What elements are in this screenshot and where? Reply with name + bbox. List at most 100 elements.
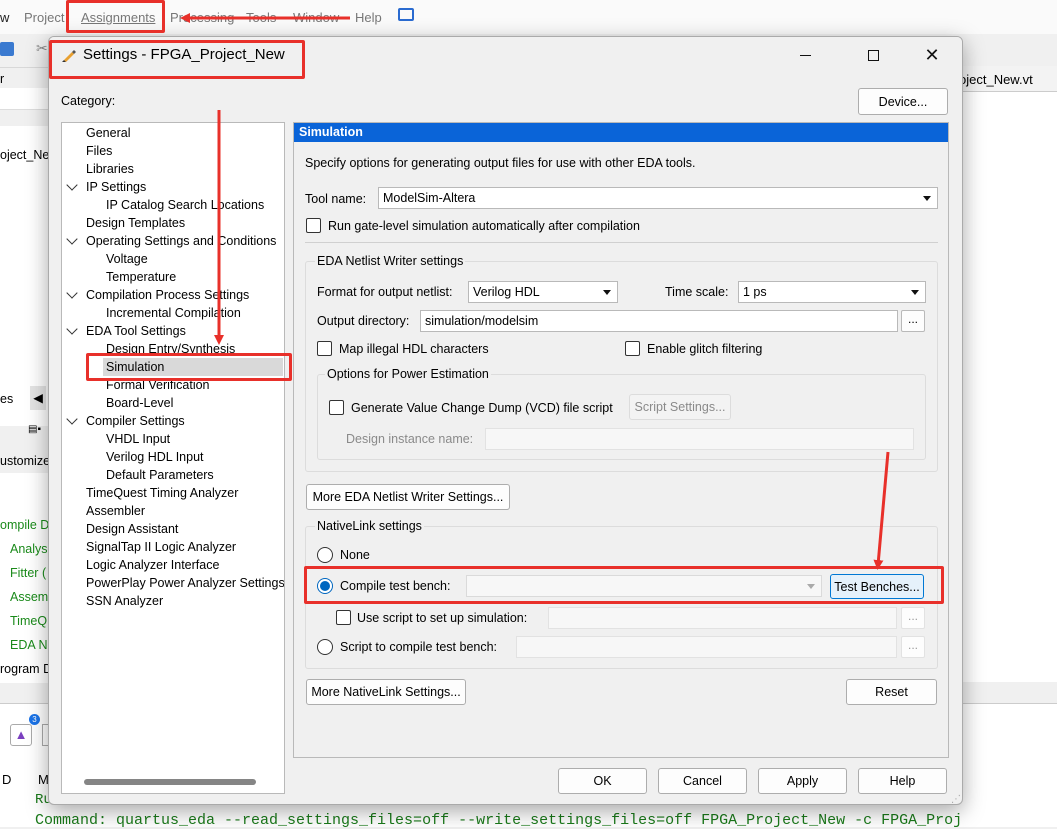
design-instance-label: Design instance name: — [346, 432, 474, 446]
left-text: r — [0, 72, 5, 86]
tree-item-compilation-process[interactable]: Compilation Process Settings — [86, 286, 249, 304]
use-script-browse-button[interactable]: ... — [901, 607, 925, 629]
task-program-device[interactable]: rogram D — [0, 662, 52, 676]
grid-icon[interactable]: ▤▪ — [28, 424, 41, 435]
output-dir-browse-button[interactable]: ... — [901, 310, 925, 332]
cut-icon[interactable]: ✂ — [36, 40, 48, 57]
menu-project[interactable]: Project — [24, 10, 64, 25]
chevron-down-icon[interactable] — [66, 413, 78, 425]
file-tab[interactable]: oject_New.vt — [955, 66, 1057, 92]
tree-item-compiler-settings[interactable]: Compiler Settings — [86, 412, 185, 430]
tree-item-signaltap[interactable]: SignalTap II Logic Analyzer — [86, 538, 236, 556]
chevron-down-icon — [911, 290, 919, 295]
tree-item-design-assistant[interactable]: Design Assistant — [86, 520, 178, 538]
tree-item-powerplay[interactable]: PowerPlay Power Analyzer Settings — [86, 574, 284, 592]
resize-grip-icon[interactable]: ⋰ — [951, 794, 961, 804]
tree-item-default-parameters[interactable]: Default Parameters — [106, 466, 214, 484]
task-timequest[interactable]: TimeQ — [10, 614, 47, 628]
gen-vcd-checkbox[interactable] — [329, 400, 344, 415]
task-fitter[interactable]: Fitter ( — [10, 566, 46, 580]
chevron-down-icon — [923, 196, 931, 201]
maximize-button[interactable] — [850, 37, 896, 73]
tree-item-operating-settings[interactable]: Operating Settings and Conditions — [86, 232, 276, 250]
script-settings-button[interactable]: Script Settings... — [629, 394, 731, 420]
tree-item-ip-settings[interactable]: IP Settings — [86, 178, 146, 196]
none-radio[interactable] — [317, 547, 333, 563]
menu-help[interactable]: Help — [355, 10, 382, 25]
map-illegal-checkbox[interactable] — [317, 341, 332, 356]
minimize-icon — [799, 54, 811, 56]
script-compile-radio[interactable] — [317, 639, 333, 655]
menu-tools[interactable]: Tools — [246, 10, 276, 25]
tool-name-select[interactable]: ModelSim-Altera — [378, 187, 938, 209]
use-script-checkbox[interactable] — [336, 610, 351, 625]
tree-item-design-templates[interactable]: Design Templates — [86, 214, 185, 232]
chevron-down-icon — [603, 290, 611, 295]
cancel-button[interactable]: Cancel — [658, 768, 747, 794]
tree-item-files[interactable]: Files — [86, 142, 112, 160]
save-icon[interactable] — [0, 42, 14, 56]
tree-item-assembler[interactable]: Assembler — [86, 502, 145, 520]
chevron-down-icon[interactable] — [66, 233, 78, 245]
task-analysis[interactable]: Analys — [10, 542, 48, 556]
task-assembler[interactable]: Assem — [10, 590, 48, 604]
output-dir-input[interactable]: simulation/modelsim — [420, 310, 898, 332]
gen-vcd-label: Generate Value Change Dump (VCD) file sc… — [351, 401, 613, 415]
use-script-input[interactable] — [548, 607, 897, 629]
separator — [305, 242, 938, 243]
run-gate-level-checkbox[interactable] — [306, 218, 321, 233]
run-gate-level-label: Run gate-level simulation automatically … — [328, 219, 640, 233]
tree-horizontal-scrollbar[interactable] — [84, 779, 256, 785]
ok-button[interactable]: OK — [558, 768, 647, 794]
chevron-down-icon[interactable] — [66, 179, 78, 191]
tree-item-vhdl-input[interactable]: VHDL Input — [106, 430, 170, 448]
tool-name-label: Tool name: — [305, 192, 367, 206]
help-button[interactable]: Help — [858, 768, 947, 794]
glitch-filtering-checkbox[interactable] — [625, 341, 640, 356]
more-nativelink-settings-button[interactable]: More NativeLink Settings... — [306, 679, 466, 705]
script-compile-browse-button[interactable]: ... — [901, 636, 925, 658]
apply-button[interactable]: Apply — [758, 768, 847, 794]
timescale-label: Time scale: — [665, 285, 729, 299]
tree-item-libraries[interactable]: Libraries — [86, 160, 134, 178]
tree-item-ip-catalog[interactable]: IP Catalog Search Locations — [106, 196, 264, 214]
chevron-down-icon[interactable] — [66, 287, 78, 299]
more-netlist-settings-button[interactable]: More EDA Netlist Writer Settings... — [306, 484, 510, 510]
warning-filter-icon[interactable]: ▲ — [10, 724, 32, 746]
tree-item-logic-analyzer-interface[interactable]: Logic Analyzer Interface — [86, 556, 219, 574]
chat-icon[interactable] — [398, 8, 414, 21]
chevron-left-icon[interactable]: ◀ — [30, 386, 46, 410]
menu-view[interactable]: w — [0, 10, 9, 25]
tree-item-incremental-compilation[interactable]: Incremental Compilation — [106, 304, 241, 322]
tree-item-board-level[interactable]: Board-Level — [106, 394, 173, 412]
tree-item-voltage[interactable]: Voltage — [106, 250, 148, 268]
customize-link[interactable]: ustomize — [0, 454, 50, 468]
tree-item-verilog-input[interactable]: Verilog HDL Input — [106, 448, 204, 466]
category-label: Category: — [61, 94, 116, 108]
settings-dialog: Settings - FPGA_Project_New ✕ Category: … — [48, 36, 963, 805]
annotation-box-compile-testbench — [304, 566, 944, 604]
timescale-select[interactable]: 1 ps — [738, 281, 926, 303]
tree-item-ssn-analyzer[interactable]: SSN Analyzer — [86, 592, 163, 610]
task-compile[interactable]: ompile D — [0, 518, 49, 532]
close-button[interactable]: ✕ — [909, 37, 955, 73]
menu-processing[interactable]: Processing — [170, 10, 234, 25]
tree-item-general[interactable]: General — [86, 124, 130, 142]
tree-item-timequest[interactable]: TimeQuest Timing Analyzer — [86, 484, 238, 502]
script-compile-input[interactable] — [516, 636, 897, 658]
chevron-down-icon[interactable] — [66, 323, 78, 335]
close-icon: ✕ — [924, 44, 940, 65]
none-label: None — [340, 548, 370, 562]
design-instance-input[interactable] — [485, 428, 914, 450]
task-eda-netlist[interactable]: EDA N — [10, 638, 48, 652]
annotation-box-title — [49, 40, 305, 79]
reset-button[interactable]: Reset — [846, 679, 937, 705]
device-button[interactable]: Device... — [858, 88, 948, 115]
tree-item-temperature[interactable]: Temperature — [106, 268, 176, 286]
menu-window[interactable]: Window — [293, 10, 339, 25]
tree-item-eda-tool-settings[interactable]: EDA Tool Settings — [86, 322, 186, 340]
annotation-box-simulation — [86, 353, 292, 381]
left-text: es — [0, 392, 14, 406]
minimize-button[interactable] — [782, 37, 828, 73]
format-select[interactable]: Verilog HDL — [468, 281, 618, 303]
